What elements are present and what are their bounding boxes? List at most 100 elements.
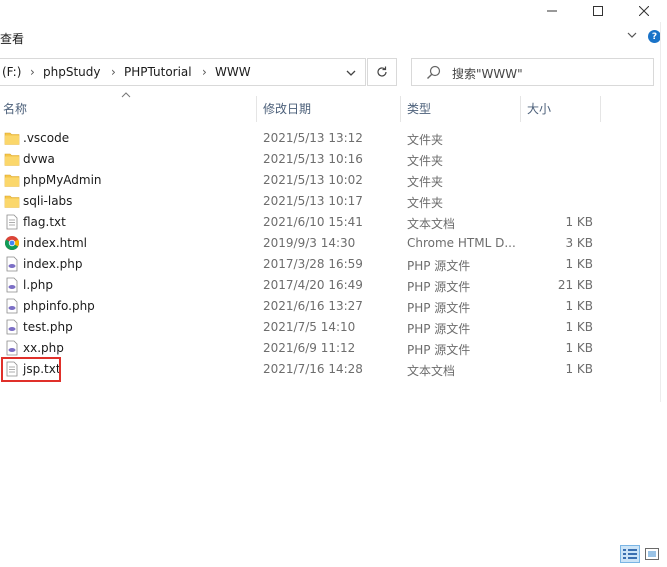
search-icon — [427, 65, 441, 79]
file-name: flag.txt — [23, 215, 66, 229]
file-row[interactable]: test.php 2021/7/5 14:10 PHP 源文件 1 KB — [0, 317, 600, 338]
minimize-button[interactable] — [529, 0, 575, 22]
search-box[interactable]: 搜索"WWW" — [411, 58, 654, 86]
file-date: 2021/6/16 13:27 — [263, 299, 363, 313]
breadcrumb-item[interactable]: PHPTutorial — [124, 65, 192, 79]
file-name: index.html — [23, 236, 87, 250]
file-row[interactable]: sqli-labs 2021/5/13 10:17 文件夹 — [0, 191, 600, 212]
file-date: 2017/3/28 16:59 — [263, 257, 363, 271]
file-row[interactable]: l.php 2017/4/20 16:49 PHP 源文件 21 KB — [0, 275, 600, 296]
annotation-highlight-box — [1, 357, 61, 382]
maximize-icon — [593, 6, 603, 16]
column-header-type[interactable]: 类型 — [407, 96, 431, 122]
file-type: PHP 源文件 — [407, 301, 471, 315]
file-type: 文件夹 — [407, 154, 444, 168]
column-header-size[interactable]: 大小 — [527, 96, 551, 122]
file-row[interactable]: phpMyAdmin 2021/5/13 10:02 文件夹 — [0, 170, 600, 191]
php-file-icon — [4, 277, 20, 293]
tab-view[interactable]: 查看 — [0, 30, 24, 47]
address-bar[interactable]: (F:) › phpStudy › PHPTutorial › WWW — [0, 58, 366, 86]
file-type: PHP 源文件 — [407, 280, 471, 294]
file-name: test.php — [23, 320, 73, 334]
file-name: sqli-labs — [23, 194, 73, 208]
chevron-right-icon[interactable]: › — [111, 65, 116, 79]
chevron-down-icon[interactable] — [342, 65, 360, 81]
file-date: 2021/7/5 14:10 — [263, 320, 356, 334]
file-date: 2019/9/3 14:30 — [263, 236, 356, 250]
refresh-icon — [377, 66, 387, 77]
close-icon — [639, 6, 649, 16]
file-row[interactable]: index.php 2017/3/28 16:59 PHP 源文件 1 KB — [0, 254, 600, 275]
file-date: 2021/6/9 11:12 — [263, 341, 356, 355]
file-type: 文件夹 — [407, 175, 444, 189]
scrollbar[interactable] — [660, 22, 667, 402]
file-name: xx.php — [23, 341, 64, 355]
chevron-right-icon[interactable]: › — [202, 65, 207, 79]
file-date: 2017/4/20 16:49 — [263, 278, 363, 292]
sort-ascending-icon — [121, 92, 131, 98]
folder-icon — [4, 172, 20, 188]
file-size: 1 KB — [565, 320, 593, 334]
minimize-icon — [547, 10, 557, 12]
file-date: 2021/5/13 10:17 — [263, 194, 363, 208]
folder-icon — [4, 130, 20, 146]
file-date: 2021/5/13 10:02 — [263, 173, 363, 187]
file-name: dvwa — [23, 152, 55, 166]
file-row[interactable]: index.html 2019/9/3 14:30 Chrome HTML D...… — [0, 233, 600, 254]
file-type: 文本文档 — [407, 217, 456, 231]
file-type: 文本文档 — [407, 364, 456, 378]
file-name: l.php — [23, 278, 53, 292]
column-header-name[interactable]: 名称 — [3, 96, 27, 122]
file-type: 文件夹 — [407, 133, 444, 147]
file-type: PHP 源文件 — [407, 343, 471, 357]
breadcrumb-drive[interactable]: (F:) — [2, 65, 21, 79]
file-name: .vscode — [23, 131, 70, 145]
file-size: 1 KB — [565, 215, 593, 229]
file-type: 文件夹 — [407, 196, 444, 210]
folder-icon — [4, 193, 20, 209]
file-date: 2021/6/10 15:41 — [263, 215, 363, 229]
file-date: 2021/5/13 13:12 — [263, 131, 363, 145]
chevron-down-icon[interactable] — [627, 30, 637, 40]
chevron-right-icon[interactable]: › — [30, 65, 35, 79]
details-view-button[interactable] — [620, 545, 640, 563]
file-row[interactable]: .vscode 2021/5/13 13:12 文件夹 — [0, 128, 600, 149]
file-size: 1 KB — [565, 299, 593, 313]
column-header-date[interactable]: 修改日期 — [263, 96, 311, 122]
file-row[interactable]: xx.php 2021/6/9 11:12 PHP 源文件 1 KB — [0, 338, 600, 359]
file-type: PHP 源文件 — [407, 259, 471, 273]
column-divider[interactable] — [600, 96, 601, 122]
file-row[interactable]: dvwa 2021/5/13 10:16 文件夹 — [0, 149, 600, 170]
search-input[interactable]: 搜索"WWW" — [452, 65, 523, 82]
close-button[interactable] — [621, 0, 667, 22]
column-divider[interactable] — [400, 96, 401, 122]
php-file-icon — [4, 298, 20, 314]
large-icons-view-icon — [645, 548, 659, 560]
file-size: 1 KB — [565, 257, 593, 271]
column-divider[interactable] — [520, 96, 521, 122]
maximize-button[interactable] — [575, 0, 621, 22]
ribbon: 查看 ? — [0, 22, 667, 52]
file-type: PHP 源文件 — [407, 322, 471, 336]
file-type: Chrome HTML D... — [407, 236, 516, 250]
file-date: 2021/7/16 14:28 — [263, 362, 363, 376]
file-row[interactable]: flag.txt 2021/6/10 15:41 文本文档 1 KB — [0, 212, 600, 233]
php-file-icon — [4, 319, 20, 335]
folder-icon — [4, 151, 20, 167]
php-file-icon — [4, 256, 20, 272]
breadcrumb-item[interactable]: WWW — [215, 65, 251, 79]
file-size: 1 KB — [565, 362, 593, 376]
large-icons-view-button[interactable] — [642, 545, 662, 563]
breadcrumb-item[interactable]: phpStudy — [43, 65, 101, 79]
php-file-icon — [4, 340, 20, 356]
file-row[interactable]: phpinfo.php 2021/6/16 13:27 PHP 源文件 1 KB — [0, 296, 600, 317]
file-name: index.php — [23, 257, 83, 271]
column-divider[interactable] — [256, 96, 257, 122]
file-size: 1 KB — [565, 341, 593, 355]
file-date: 2021/5/13 10:16 — [263, 152, 363, 166]
file-size: 21 KB — [557, 278, 593, 292]
chrome-icon — [4, 235, 20, 251]
refresh-button[interactable] — [367, 58, 397, 86]
file-row[interactable]: jsp.txt 2021/7/16 14:28 文本文档 1 KB — [0, 359, 600, 380]
file-size: 3 KB — [565, 236, 593, 250]
